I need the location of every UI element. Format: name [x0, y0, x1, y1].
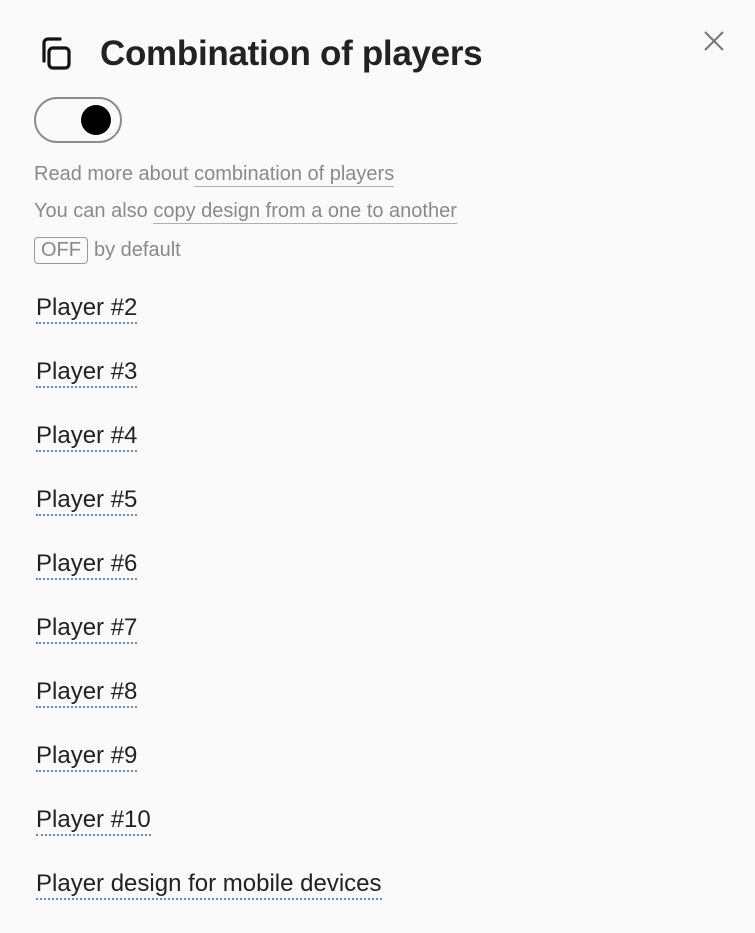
read-more-prefix: Read more about [34, 163, 195, 185]
player-link-5[interactable]: Player #5 [36, 486, 138, 516]
list-item: Player #5 [36, 486, 382, 550]
list-item: Player #9 [36, 742, 382, 806]
read-more-line: Read more about combination of players [34, 163, 395, 187]
page-title: Combination of players [100, 34, 483, 73]
default-suffix: by default [94, 239, 181, 261]
list-item: Player #10 [36, 806, 382, 870]
player-link-8[interactable]: Player #8 [36, 678, 138, 708]
close-icon[interactable] [702, 29, 726, 53]
mobile-player-design-link[interactable]: Player design for mobile devices [36, 870, 382, 900]
list-item: Player design for mobile devices [36, 870, 382, 933]
player-link-4[interactable]: Player #4 [36, 422, 138, 452]
copy-design-prefix: You can also [34, 200, 154, 222]
copy-icon [42, 37, 71, 70]
toggle-knob [81, 105, 111, 135]
player-link-10[interactable]: Player #10 [36, 806, 151, 836]
panel-header: Combination of players [36, 34, 483, 74]
off-badge: OFF [34, 237, 88, 264]
player-list: Player #2 Player #3 Player #4 Player #5 … [36, 294, 382, 933]
default-state-line: OFF by default [34, 237, 181, 264]
player-link-2[interactable]: Player #2 [36, 294, 138, 324]
settings-panel: Combination of players Read more about c… [0, 0, 755, 933]
combination-of-players-link[interactable]: combination of players [194, 163, 395, 187]
list-item: Player #2 [36, 294, 382, 358]
copy-design-line: You can also copy design from a one to a… [34, 200, 457, 224]
list-item: Player #4 [36, 422, 382, 486]
combination-toggle[interactable] [34, 97, 122, 143]
copy-design-link[interactable]: copy design from a one to another [153, 200, 457, 224]
list-item: Player #8 [36, 678, 382, 742]
player-link-6[interactable]: Player #6 [36, 550, 138, 580]
list-item: Player #3 [36, 358, 382, 422]
player-link-9[interactable]: Player #9 [36, 742, 138, 772]
player-link-7[interactable]: Player #7 [36, 614, 138, 644]
player-link-3[interactable]: Player #3 [36, 358, 138, 388]
list-item: Player #7 [36, 614, 382, 678]
list-item: Player #6 [36, 550, 382, 614]
